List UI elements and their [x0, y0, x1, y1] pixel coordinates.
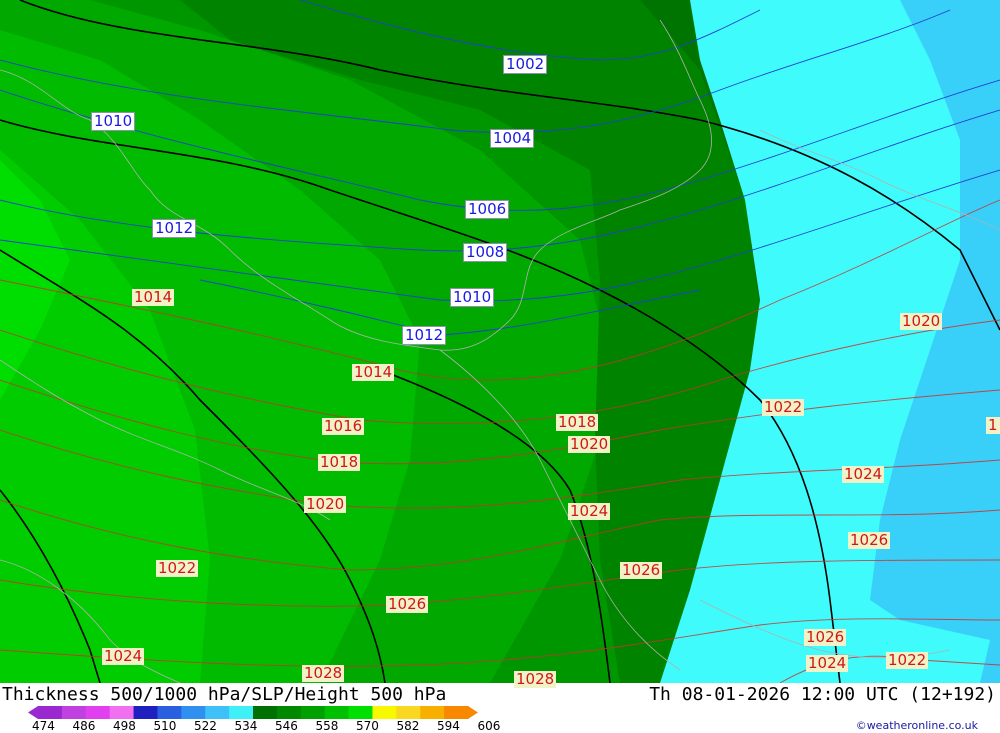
legend-tick-label: 606: [477, 719, 501, 733]
legend-swatch: [205, 706, 230, 719]
isobar-label: 1022: [762, 398, 805, 416]
isobar-label: 1024: [568, 502, 611, 520]
height-label: 1004: [490, 129, 535, 148]
legend-min-arrow: [28, 706, 38, 719]
legend-swatch: [38, 706, 63, 719]
height-label: 1002: [503, 55, 548, 74]
isobar-label: 1024: [102, 647, 145, 665]
isobar-label: 1026: [848, 531, 891, 549]
isobar-label: 1028: [514, 670, 557, 688]
legend-swatch: [396, 706, 421, 719]
height-label: 1010: [450, 288, 495, 307]
legend-swatch: [61, 706, 87, 719]
legend-swatch: [181, 706, 206, 719]
isobar-label: 1022: [156, 559, 199, 577]
legend-swatch: [229, 706, 254, 719]
legend-tick-label: 570: [356, 719, 379, 733]
legend-tick-label: 498: [113, 719, 136, 733]
isobar-label: 1018: [318, 453, 361, 471]
legend-swatch: [300, 706, 326, 719]
isobar-label: 1026: [804, 628, 847, 646]
legend-swatch: [372, 706, 397, 719]
legend-swatch: [420, 706, 445, 719]
height-label: 1012: [152, 219, 197, 238]
map-title: Thickness 500/1000 hPa/SLP/Height 500 hP…: [2, 684, 447, 705]
isobar-label: 1022: [886, 651, 929, 669]
legend-swatch: [85, 706, 111, 719]
isobar-label: 1020: [304, 495, 347, 513]
color-scale-legend: [28, 706, 478, 719]
height-label: 1006: [465, 200, 510, 219]
legend-swatch: [276, 706, 302, 719]
legend-tick-label: 594: [437, 719, 460, 733]
isobar-label: 1024: [806, 654, 849, 672]
legend-swatch: [109, 706, 135, 719]
legend-swatch: [253, 706, 278, 719]
isobar-label: 1026: [386, 595, 429, 613]
legend-swatch: [348, 706, 373, 719]
legend-max-arrow: [468, 706, 478, 719]
legend-tick-label: 534: [234, 719, 258, 733]
isobar-label: 1020: [568, 435, 611, 453]
legend-swatch: [324, 706, 350, 719]
isobar-label: 1020: [900, 312, 943, 330]
legend-swatch: [157, 706, 182, 719]
legend-tick-label: 486: [72, 719, 96, 733]
height-label: 1010: [91, 112, 136, 131]
isobar-label: 1018: [556, 413, 599, 431]
isobar-label: 1024: [842, 465, 885, 483]
weather-map-view: 1014 1014 1016 1018 1018 1020 1020 1020 …: [0, 0, 1000, 733]
isobar-label: 1: [986, 416, 1000, 434]
credit-link[interactable]: ©weatheronline.co.uk: [856, 719, 978, 732]
isobar-label: 1014: [132, 288, 175, 306]
legend-tick-label: 474: [32, 719, 55, 733]
thickness-map: [0, 0, 1000, 683]
isobar-label: 1016: [322, 417, 365, 435]
isobar-label: 1026: [620, 561, 663, 579]
legend-tick-label: 558: [315, 719, 339, 733]
height-label: 1008: [463, 243, 508, 262]
isobar-label: 1028: [302, 664, 345, 682]
isobar-label: 1014: [352, 363, 395, 381]
legend-ticks: 474 486 498 510 522 534 546 558 570 582 594 606: [0, 719, 520, 733]
legend-tick-label: 522: [194, 719, 217, 733]
legend-swatch: [444, 706, 469, 719]
legend-swatch: [133, 706, 158, 719]
legend-tick-label: 582: [396, 719, 420, 733]
forecast-datetime: Th 08-01-2026 12:00 UTC (12+192): [649, 684, 996, 705]
height-label: 1012: [402, 326, 447, 345]
legend-tick-label: 546: [275, 719, 298, 733]
legend-tick-label: 510: [153, 719, 177, 733]
